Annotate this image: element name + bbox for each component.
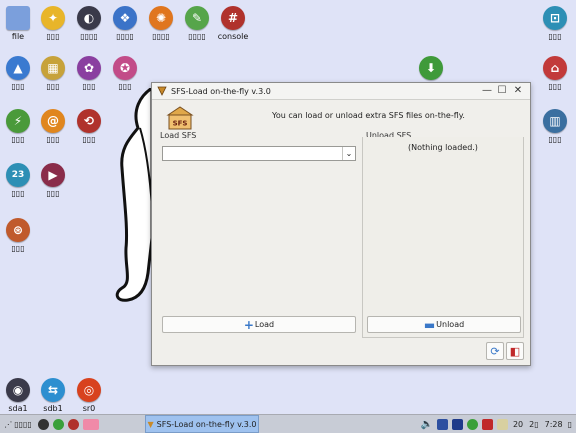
task-app-icon: ▼ (147, 419, 154, 429)
file-icon (6, 6, 30, 30)
menu-icon: ⋰ (4, 419, 13, 429)
maximize-button[interactable]: ☐ (495, 84, 509, 98)
drive-sdb1-icon: ⇆ (41, 378, 65, 402)
load-button-label: Load (254, 320, 275, 329)
close-button[interactable]: ✕ (511, 84, 525, 98)
tray-count: 20 (512, 419, 524, 429)
sfs-logo-text: SFS (173, 120, 188, 128)
exit-button[interactable]: ◧ (506, 342, 524, 360)
trash-icon: ▥ (543, 109, 567, 133)
desktop-icon-chat[interactable]: ⟲ ▯▯▯ (66, 109, 112, 144)
setup-icon: ◐ (77, 6, 101, 30)
desktop-icon-label: console (217, 32, 249, 41)
flag-icon[interactable] (451, 418, 463, 430)
puppy-icon: ✪ (113, 56, 137, 80)
network-icon[interactable] (436, 418, 448, 430)
email-icon: @ (41, 109, 65, 133)
refresh-icon: ⟳ (490, 344, 500, 358)
desktop-icon-label: ▯▯▯ (82, 135, 96, 144)
desktop-icon-trash[interactable]: ▥ ▯▯▯ (532, 109, 576, 144)
desktop-toggle-icon[interactable] (83, 418, 99, 430)
close-all-icon[interactable] (38, 418, 49, 430)
sfs-logo-icon: SFS (166, 106, 194, 130)
desktop-icon-console[interactable]: # console (210, 6, 256, 41)
unload-panel: (Nothing loaded.) (362, 137, 524, 338)
desktop-icon-download[interactable]: ⬇ (408, 56, 454, 80)
satellite-icon: ⊛ (6, 218, 30, 242)
lock-icon: ⊡ (543, 6, 567, 30)
task-title: SFS-Load on-the-fly v.3.0 (156, 419, 257, 429)
minus-icon: ▬ (423, 317, 436, 332)
window-titlebar[interactable]: SFS-Load on-the-fly v.3.0 — ☐ ✕ (152, 83, 530, 100)
nothing-loaded-text: (Nothing loaded.) (408, 143, 478, 152)
console-icon: # (221, 6, 245, 30)
info-message: You can load or unload extra SFS files o… (272, 111, 465, 120)
apps-icon: ▦ (41, 56, 65, 80)
console-quick-icon[interactable] (68, 418, 79, 430)
desktop-icon-label: sr0 (82, 404, 96, 413)
desktop-icon-media[interactable]: ▶ ▯▯▯ (30, 163, 76, 198)
database-icon[interactable] (466, 418, 478, 430)
desktop-icon-label: ▯▯▯ (548, 82, 562, 91)
notes-icon[interactable] (496, 418, 508, 430)
desktop-icon-home[interactable]: ⌂ ▯▯▯ (532, 56, 576, 91)
desktop-icon-lock[interactable]: ⊡ ▯▯▯ (532, 6, 576, 41)
drive-sda1-icon: ◉ (6, 378, 30, 402)
desktop-icon-sr0[interactable]: ◎ sr0 (66, 378, 112, 413)
refresh-button[interactable]: ⟳ (486, 342, 504, 360)
edit-icon: ✎ (185, 6, 209, 30)
drive-sr0-icon: ◎ (77, 378, 101, 402)
unload-button-label: Unload (436, 320, 465, 329)
chat-icon: ⟲ (77, 109, 101, 133)
chevron-down-icon[interactable]: ⌄ (342, 147, 355, 160)
connect-icon: ⚡ (6, 109, 30, 133)
install-icon: ▲ (6, 56, 30, 80)
shield-icon[interactable] (481, 418, 493, 430)
desktop-icon-label: ▯▯▯ (46, 189, 60, 198)
start-menu-label: ▯▯▯▯ (14, 419, 32, 429)
browser-icon[interactable] (53, 418, 64, 430)
desktop-icon-label: ▯▯▯ (548, 32, 562, 41)
taskbar-task-sfs[interactable]: ▼ SFS-Load on-the-fly v.3.0 (145, 415, 259, 433)
start-menu-button[interactable]: ⋰ ▯▯▯▯ (0, 420, 36, 429)
taskbar: ⋰ ▯▯▯▯ ▼ SFS-Load on-the-fly v.3.0 🔈 20 … (0, 414, 576, 433)
plus-icon: + (243, 317, 254, 332)
sfs-app-icon (157, 86, 167, 96)
media-icon: ▶ (41, 163, 65, 187)
sfs-file-combobox[interactable]: ⌄ (162, 146, 356, 161)
calendar-icon: 23 (6, 163, 30, 187)
gear-icon: ✺ (149, 6, 173, 30)
unload-button[interactable]: ▬ Unload (367, 316, 521, 333)
load-button[interactable]: + Load (162, 316, 356, 333)
home-icon: ⌂ (543, 56, 567, 80)
taskbar-end-label: ▯ (567, 419, 572, 429)
load-panel (158, 137, 358, 337)
clock[interactable]: 7:28 (545, 420, 563, 429)
sfs-load-window: SFS-Load on-the-fly v.3.0 — ☐ ✕ SFS You … (151, 82, 531, 366)
desktop-icon-label: ▯▯▯ (548, 135, 562, 144)
minimize-button[interactable]: — (480, 84, 494, 98)
desktop-icon-satellite[interactable]: ⊛ ▯▯▯ (0, 218, 41, 253)
dropbox-icon: ❖ (113, 6, 137, 30)
download-icon: ⬇ (419, 56, 443, 80)
exit-icon: ◧ (509, 344, 521, 358)
window-header: SFS You can load or unload extra SFS fil… (152, 100, 530, 136)
desktop-icon-label: ▯▯▯ (11, 244, 25, 253)
date-day: 2▯ (529, 419, 539, 429)
volume-icon[interactable]: 🔈 (420, 419, 432, 430)
window-title: SFS-Load on-the-fly v.3.0 (171, 86, 271, 96)
help-icon: ✦ (41, 6, 65, 30)
paint-icon: ✿ (77, 56, 101, 80)
desktop-icon-puppy[interactable]: ✪ ▯▯▯ (102, 56, 148, 91)
